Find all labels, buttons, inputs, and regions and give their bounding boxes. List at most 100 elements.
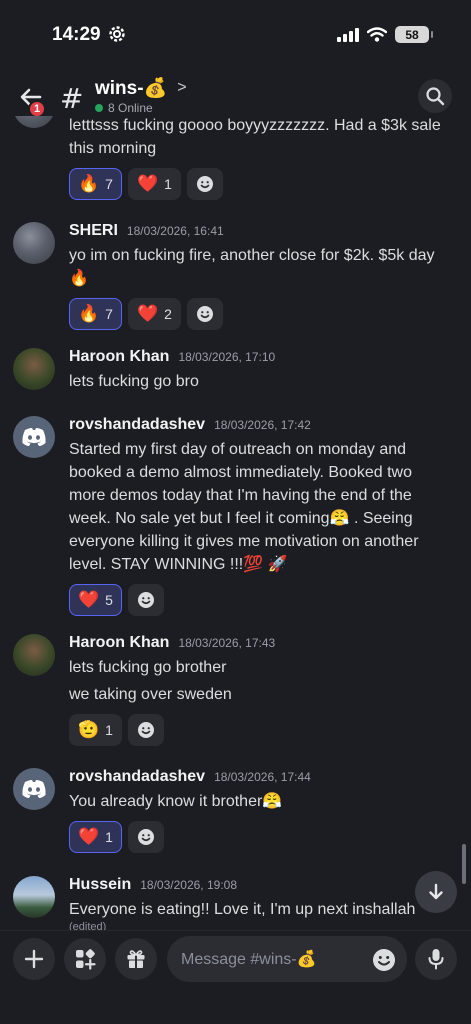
message-text: You already know it brother😤 (69, 793, 283, 810)
reaction-chip[interactable]: ❤️ 5 (69, 584, 122, 616)
scrollbar-thumb[interactable] (462, 844, 466, 884)
reaction-count: 2 (164, 306, 172, 322)
message-author[interactable]: rovshandadashev (69, 416, 205, 434)
discord-logo-icon (22, 428, 46, 446)
reaction-chip[interactable]: 🫡 1 (69, 714, 122, 746)
online-count: 8 Online (95, 101, 153, 115)
message-timestamp: 18/03/2026, 17:10 (178, 350, 276, 364)
add-reaction-button[interactable] (127, 714, 164, 746)
reaction-count: 7 (105, 176, 113, 192)
reaction-emoji: 🫡 (78, 720, 100, 740)
apps-icon (76, 949, 96, 970)
message-timestamp: 18/03/2026, 17:42 (214, 418, 311, 432)
message-text: lets fucking go brother (69, 659, 227, 676)
message-text: 🔥 (69, 270, 89, 287)
voice-message-button[interactable] (415, 938, 457, 980)
chevron-right-icon[interactable]: > (177, 79, 186, 97)
message-text: this morning (69, 140, 157, 157)
reaction-chip[interactable]: ❤️ 1 (127, 168, 181, 200)
attach-button[interactable] (13, 938, 55, 980)
reaction-count: 7 (105, 306, 113, 322)
gift-button[interactable] (115, 938, 157, 980)
message-timestamp: 18/03/2026, 17:43 (178, 636, 276, 650)
arrow-down-icon (429, 883, 443, 900)
smile-icon (137, 829, 154, 845)
message-text: everyone killing it gives me motivation … (69, 533, 419, 550)
smile-icon (137, 592, 154, 608)
hash-icon: # (60, 82, 84, 115)
online-label: 8 Online (108, 101, 153, 115)
smile-icon (196, 306, 213, 322)
message-timestamp: 18/03/2026, 19:08 (140, 878, 238, 892)
message-author[interactable]: rovshandadashev (69, 768, 205, 786)
wifi-icon (367, 27, 387, 42)
reaction-bar: 🔥 7 ❤️ 2 (69, 298, 451, 330)
message-text: level. STAY WINNING !!!💯 🚀 (69, 556, 288, 573)
reaction-emoji: ❤️ (78, 827, 100, 847)
reaction-bar: ❤️ 5 (69, 584, 451, 616)
message-input[interactable]: Message #wins-💰 (167, 936, 407, 982)
smile-icon (196, 176, 213, 192)
add-reaction-button[interactable] (127, 584, 164, 616)
reaction-count: 1 (105, 722, 113, 738)
reaction-count: 5 (105, 592, 113, 608)
search-button[interactable] (418, 79, 452, 113)
online-dot-icon (95, 104, 103, 112)
edited-label: (edited) (69, 921, 107, 930)
search-icon (426, 87, 445, 106)
reaction-chip[interactable]: 🔥 7 (69, 298, 122, 330)
avatar[interactable] (13, 634, 55, 676)
plus-icon (24, 949, 44, 969)
message-text: letttsss fucking goooo boyyyzzzzzzz. Had… (69, 117, 441, 134)
add-reaction-button[interactable] (186, 168, 223, 200)
message-text: Everyone is eating!! Love it, I'm up nex… (69, 901, 416, 918)
add-reaction-button[interactable] (186, 298, 223, 330)
battery-indicator: 58 (395, 26, 433, 43)
smile-icon (137, 722, 154, 738)
message-timestamp: 18/03/2026, 17:44 (214, 770, 311, 784)
reaction-bar: ❤️ 1 (69, 821, 451, 853)
reaction-emoji: 🔥 (78, 304, 100, 324)
message-timestamp: 18/03/2026, 16:41 (126, 224, 224, 238)
message-text: Started my first day of outreach on mond… (69, 441, 407, 458)
avatar[interactable] (13, 416, 55, 458)
avatar[interactable] (13, 116, 55, 128)
reaction-count: 1 (164, 176, 172, 192)
apps-button[interactable] (64, 938, 106, 980)
avatar[interactable] (13, 876, 55, 918)
reaction-emoji: ❤️ (78, 590, 100, 610)
reaction-chip[interactable]: ❤️ 2 (127, 298, 181, 330)
status-bar: 14:29 58 (0, 0, 471, 66)
gift-icon (127, 950, 145, 968)
reaction-emoji: ❤️ (136, 174, 159, 194)
message-author[interactable]: SHERI (69, 222, 118, 240)
avatar[interactable] (13, 768, 55, 810)
emoji-icon[interactable] (372, 948, 396, 972)
reaction-count: 1 (105, 829, 113, 845)
message-text: booked a demo almost immediately. Booked… (69, 464, 412, 481)
reaction-bar: 🫡 1 (69, 714, 451, 746)
status-time: 14:29 (52, 24, 101, 45)
message-text: week. No sale yet but I feel it coming😤 … (69, 510, 413, 527)
message-text: more demos today that I'm having the end… (69, 487, 412, 504)
message-author[interactable]: Haroon Khan (69, 348, 169, 366)
discord-logo-icon (22, 780, 46, 798)
signal-icon (337, 27, 359, 42)
channel-title[interactable]: wins-💰 > (95, 76, 187, 100)
reaction-emoji: 🔥 (78, 174, 100, 194)
reaction-bar: 🔥 7 ❤️ 1 (69, 168, 451, 200)
reaction-chip[interactable]: 🔥 7 (69, 168, 122, 200)
channel-name[interactable]: wins-💰 (95, 76, 167, 100)
message-author[interactable]: Hussein (69, 876, 131, 894)
reaction-chip[interactable]: ❤️ 1 (69, 821, 122, 853)
message-list[interactable]: letttsss fucking goooo boyyyzzzzzzz. Had… (0, 116, 471, 930)
message-text: yo im on fucking fire, another close for… (69, 247, 435, 264)
add-reaction-button[interactable] (127, 821, 164, 853)
avatar[interactable] (13, 348, 55, 390)
message-author[interactable]: Haroon Khan (69, 634, 169, 652)
avatar[interactable] (13, 222, 55, 264)
message-composer: Message #wins-💰 (0, 930, 471, 1024)
message-text: we taking over sweden (69, 686, 232, 703)
scroll-to-bottom-button[interactable] (415, 871, 457, 913)
status-indicators: 58 (337, 26, 433, 43)
